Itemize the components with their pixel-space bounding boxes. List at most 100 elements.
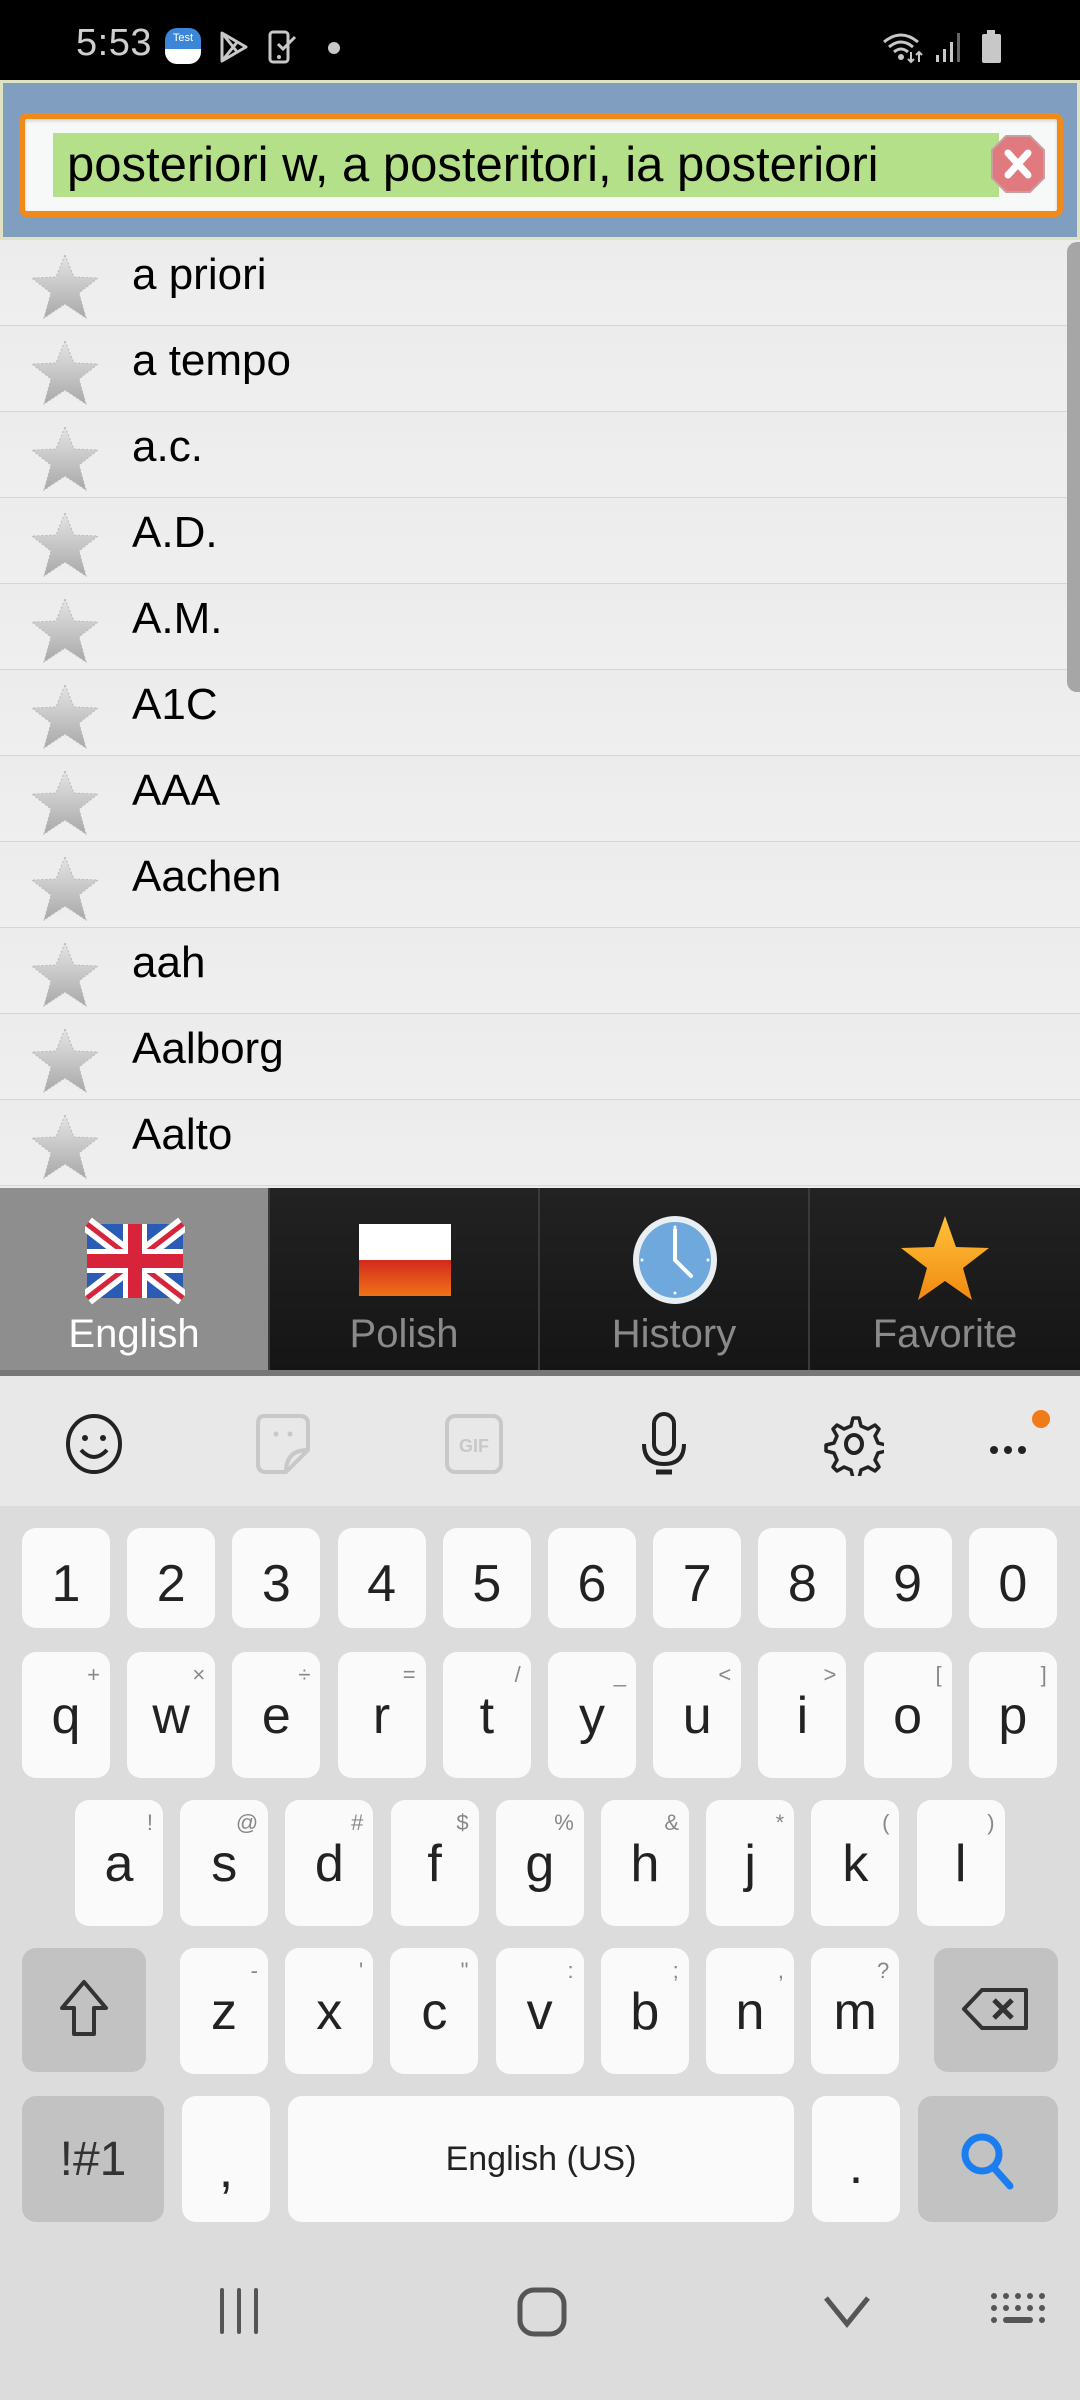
gif-label: GIF (459, 1436, 489, 1456)
search-action-key[interactable] (918, 2096, 1058, 2222)
shift-key[interactable] (22, 1948, 146, 2072)
navigation-bar (0, 2226, 1080, 2400)
key-u-label: u (682, 1687, 712, 1745)
key-w[interactable]: w × (127, 1652, 216, 1778)
keyboard-switch-icon[interactable] (990, 2292, 1050, 2332)
list-item[interactable]: aah (0, 928, 1080, 1014)
key-k[interactable]: k( (811, 1800, 900, 1926)
key-i[interactable]: i > (758, 1652, 847, 1778)
favorite-star-icon[interactable] (30, 510, 100, 580)
key-l[interactable]: l) (916, 1800, 1005, 1926)
key-t[interactable]: t / (442, 1652, 531, 1778)
key-m[interactable]: m? (811, 1948, 900, 2074)
key-h[interactable]: h & (601, 1800, 689, 1926)
favorite-star-icon[interactable] (30, 682, 100, 752)
list-item[interactable]: A.D. (0, 498, 1080, 584)
list-scrollbar[interactable] (1067, 242, 1080, 692)
key-x[interactable]: x ' (285, 1948, 374, 2074)
key-y-label: y (579, 1687, 605, 1745)
recent-apps-icon[interactable] (214, 2286, 264, 2336)
key-r[interactable]: r = (337, 1652, 426, 1778)
key-9[interactable]: 9 (863, 1528, 952, 1628)
key-e[interactable]: e ÷ (232, 1652, 321, 1778)
list-item[interactable]: A.M. (0, 584, 1080, 670)
comma-key[interactable]: , (182, 2096, 270, 2222)
key-z-alt-label: - (250, 1958, 258, 1983)
emoji-icon[interactable] (64, 1412, 124, 1476)
home-icon[interactable] (516, 2286, 568, 2338)
symbols-key[interactable]: !#1 (22, 2096, 164, 2222)
key-u[interactable]: u < (653, 1652, 742, 1778)
space-key[interactable]: English (US) (288, 2096, 794, 2222)
key-o[interactable]: o[ (863, 1652, 952, 1778)
favorite-star-icon[interactable] (30, 424, 100, 494)
favorite-star-icon[interactable] (30, 940, 100, 1010)
key-v-label: v (526, 1983, 553, 2041)
period-key[interactable]: . (812, 2096, 900, 2222)
key-5[interactable]: 5 (442, 1528, 531, 1628)
key-l-alt-label: ) (987, 1810, 995, 1835)
tab-history-label: History (611, 1312, 737, 1356)
list-item[interactable]: a tempo (0, 326, 1080, 412)
back-icon[interactable] (822, 2294, 872, 2328)
key-q[interactable]: q + (22, 1652, 110, 1778)
key-f[interactable]: f $ (390, 1800, 479, 1926)
key-j[interactable]: j * (706, 1800, 795, 1926)
key-z[interactable]: z- (180, 1948, 268, 2074)
key-q-label: q (51, 1687, 81, 1745)
sticker-icon[interactable] (254, 1412, 314, 1476)
key-4[interactable]: 4 (337, 1528, 426, 1628)
key-o-alt-label: [ (935, 1662, 942, 1687)
list-item[interactable]: a.c. (0, 412, 1080, 498)
key-m-label: m (833, 1983, 877, 2041)
favorite-star-icon[interactable] (30, 596, 100, 666)
tab-history[interactable]: History (540, 1188, 810, 1370)
key-8-label: 8 (787, 1555, 817, 1613)
key-c[interactable]: c " (390, 1948, 479, 2074)
key-7-label: 7 (682, 1555, 712, 1613)
key-7[interactable]: 7 (653, 1528, 742, 1628)
word-list[interactable]: a priori a tempo a.c. A.D. A.M. A1C AAA … (0, 240, 1080, 1188)
key-g[interactable]: g% (495, 1800, 584, 1926)
list-item[interactable]: A1C (0, 670, 1080, 756)
key-a[interactable]: a! (75, 1800, 163, 1926)
favorite-star-icon[interactable] (30, 1026, 100, 1096)
favorite-star-icon[interactable] (30, 854, 100, 924)
key-p[interactable]: p] (968, 1652, 1057, 1778)
tab-english[interactable]: English (0, 1188, 270, 1370)
settings-icon[interactable] (824, 1412, 884, 1476)
key-3[interactable]: 3 (232, 1528, 321, 1628)
key-1[interactable]: 1 (22, 1528, 110, 1628)
key-g-alt-label: % (554, 1810, 574, 1835)
list-item[interactable]: AAA (0, 756, 1080, 842)
key-b[interactable]: b; (600, 1948, 689, 2074)
favorite-star-icon[interactable] (30, 252, 100, 322)
clear-icon[interactable] (989, 133, 1047, 195)
tab-polish[interactable]: Polish (270, 1188, 540, 1370)
favorite-star-icon[interactable] (30, 338, 100, 408)
list-item[interactable]: Aalborg (0, 1014, 1080, 1100)
favorite-star-icon[interactable] (30, 1112, 100, 1182)
favorite-star-icon[interactable] (30, 768, 100, 838)
key-d-alt-label: # (351, 1810, 364, 1835)
list-item[interactable]: Aalto (0, 1100, 1080, 1186)
key-a-label: a (104, 1835, 134, 1893)
key-d[interactable]: d # (285, 1800, 374, 1926)
key-y[interactable]: y _ (548, 1652, 636, 1778)
key-2[interactable]: 2 (127, 1528, 216, 1628)
key-v[interactable]: v: (495, 1948, 584, 2074)
tab-favorite[interactable]: Favorite (810, 1188, 1080, 1370)
list-item[interactable]: a priori (0, 240, 1080, 326)
search-input[interactable] (53, 133, 999, 197)
key-n[interactable]: n, (706, 1948, 794, 2074)
key-0[interactable]: 0 (968, 1528, 1057, 1628)
key-6[interactable]: 6 (548, 1528, 636, 1628)
key-8[interactable]: 8 (758, 1528, 847, 1628)
list-item[interactable]: Aachen (0, 842, 1080, 928)
backspace-key[interactable] (934, 1948, 1058, 2072)
microphone-icon[interactable] (634, 1412, 694, 1476)
gif-icon[interactable]: GIF (444, 1412, 504, 1476)
key-s[interactable]: s @ (180, 1800, 269, 1926)
tab-bar: English Polish History Favorite (0, 1188, 1080, 1376)
poland-flag-icon (359, 1224, 451, 1296)
